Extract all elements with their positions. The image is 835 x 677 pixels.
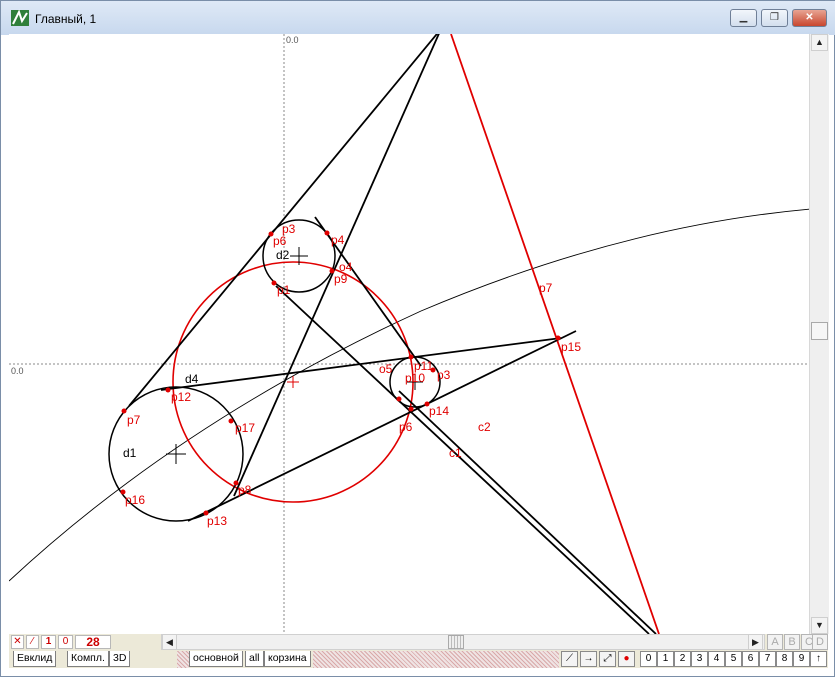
mode-line-button[interactable]: ⁄ — [26, 635, 39, 649]
horizontal-scrollbar[interactable]: ◀ ▶ — [161, 634, 765, 650]
minimize-button[interactable]: ▁ — [730, 9, 757, 27]
label-p4: p4 — [331, 233, 345, 247]
object-count: 28 — [75, 635, 111, 649]
label-p12: p12 — [171, 390, 191, 404]
label-p7: p7 — [127, 413, 141, 427]
tab-filler — [313, 651, 559, 668]
label-p6: p6 — [273, 234, 287, 248]
label-p9: p9 — [334, 272, 348, 286]
num-1-button[interactable]: 1 — [657, 651, 674, 667]
segment-icon: ⟋ — [566, 653, 573, 664]
label-p1: p1 — [277, 283, 291, 297]
red-line — [450, 34, 660, 634]
label-p15: p15 — [561, 340, 581, 354]
bottom-panel: ✕ ⁄ 1 0 28 ◀ ▶ A B C D Евклид Компл. 3D … — [9, 634, 828, 668]
horizontal-scroll-thumb[interactable] — [448, 635, 464, 649]
num-7-button[interactable]: 7 — [759, 651, 776, 667]
label-p13: p13 — [207, 514, 227, 528]
num-5-button[interactable]: 5 — [725, 651, 742, 667]
label-p17: p17 — [235, 421, 255, 435]
label-o4: o4 — [339, 260, 353, 274]
resize-icon: ⤢ — [603, 653, 612, 664]
arrow-right-icon: → — [583, 653, 594, 664]
main-window: Главный, 1 ▁ ❐ ✕ 0.0 0.0 p3 p6 p4 p9 p1 … — [0, 0, 835, 677]
vertical-scroll-thumb[interactable] — [811, 322, 828, 340]
tool-point-button[interactable]: ● — [618, 651, 635, 667]
scroll-right-button[interactable]: ▶ — [748, 634, 763, 650]
minimize-icon: ▁ — [739, 12, 748, 23]
drawing-canvas[interactable]: 0.0 0.0 p3 p6 p4 p9 p1 p7 p12 p17 p16 p8… — [9, 34, 809, 634]
label-d1: d1 — [123, 446, 137, 460]
letter-d-button[interactable]: D — [812, 634, 828, 650]
label-p8: p8 — [238, 483, 252, 497]
left-arrow-icon: ◀ — [166, 637, 173, 647]
tab-layer-trash[interactable]: корзина — [264, 651, 311, 667]
label-c1: c1 — [449, 446, 462, 460]
up-arrow-icon: ▲ — [815, 37, 824, 47]
tab-complex[interactable]: Компл. — [67, 651, 109, 667]
tangent-lines — [128, 34, 657, 634]
label-p6b: p6 — [399, 420, 413, 434]
vertical-scrollbar[interactable]: ▲ ▼ — [809, 34, 829, 634]
right-arrow-icon: ▶ — [752, 637, 759, 647]
num-0-button[interactable]: 0 — [640, 651, 657, 667]
label-p10: p10 — [405, 371, 425, 385]
close-button[interactable]: ✕ — [792, 9, 827, 27]
restore-button[interactable]: ❐ — [761, 9, 788, 27]
tab-3d[interactable]: 3D — [109, 651, 131, 667]
geometry-drawing[interactable]: 0.0 0.0 p3 p6 p4 p9 p1 p7 p12 p17 p16 p8… — [9, 34, 809, 634]
record-dot-icon: ● — [623, 653, 630, 664]
num-2-button[interactable]: 2 — [674, 651, 691, 667]
label-d4: d4 — [185, 372, 199, 386]
label-d2: d2 — [276, 248, 290, 262]
mode-x-button[interactable]: ✕ — [11, 635, 24, 649]
tab-euclid[interactable]: Евклид — [13, 651, 57, 667]
num-9-button[interactable]: 9 — [793, 651, 810, 667]
up-button[interactable]: ↑ — [810, 651, 827, 667]
letter-a-button[interactable]: A — [767, 634, 783, 650]
curve — [9, 208, 809, 582]
x-axis-label: 0.0 — [11, 366, 24, 376]
title-bar: Главный, 1 ▁ ❐ ✕ — [1, 1, 835, 35]
num-4-button[interactable]: 4 — [708, 651, 725, 667]
tool-resize-button[interactable]: ⤢ — [599, 651, 616, 667]
tool-segment-button[interactable]: ⟋ — [561, 651, 578, 667]
window-title: Главный, 1 — [35, 12, 97, 26]
label-p3b: p3 — [437, 368, 451, 382]
num-6-button[interactable]: 6 — [742, 651, 759, 667]
scroll-down-button[interactable]: ▼ — [811, 617, 828, 634]
close-icon: ✕ — [805, 12, 814, 23]
down-arrow-icon: ▼ — [815, 620, 824, 630]
label-p14: p14 — [429, 404, 449, 418]
tab-layer-main[interactable]: основной — [189, 651, 243, 667]
mode-1-button[interactable]: 1 — [41, 635, 56, 649]
restore-icon: ❐ — [770, 12, 779, 23]
scroll-up-button[interactable]: ▲ — [811, 34, 828, 51]
tab-divider — [177, 651, 189, 668]
scroll-left-button[interactable]: ◀ — [162, 634, 177, 650]
label-p16: p16 — [125, 493, 145, 507]
label-c7: p7 — [539, 281, 553, 295]
label-o5: o5 — [379, 362, 393, 376]
num-3-button[interactable]: 3 — [691, 651, 708, 667]
label-c2: c2 — [478, 420, 491, 434]
tool-arrow-button[interactable]: → — [580, 651, 597, 667]
app-icon — [11, 9, 29, 26]
mode-0-button[interactable]: 0 — [58, 635, 73, 649]
y-axis-label: 0.0 — [286, 35, 299, 45]
letter-b-button[interactable]: B — [784, 634, 800, 650]
tab-layer-all[interactable]: all — [245, 651, 264, 667]
num-8-button[interactable]: 8 — [776, 651, 793, 667]
